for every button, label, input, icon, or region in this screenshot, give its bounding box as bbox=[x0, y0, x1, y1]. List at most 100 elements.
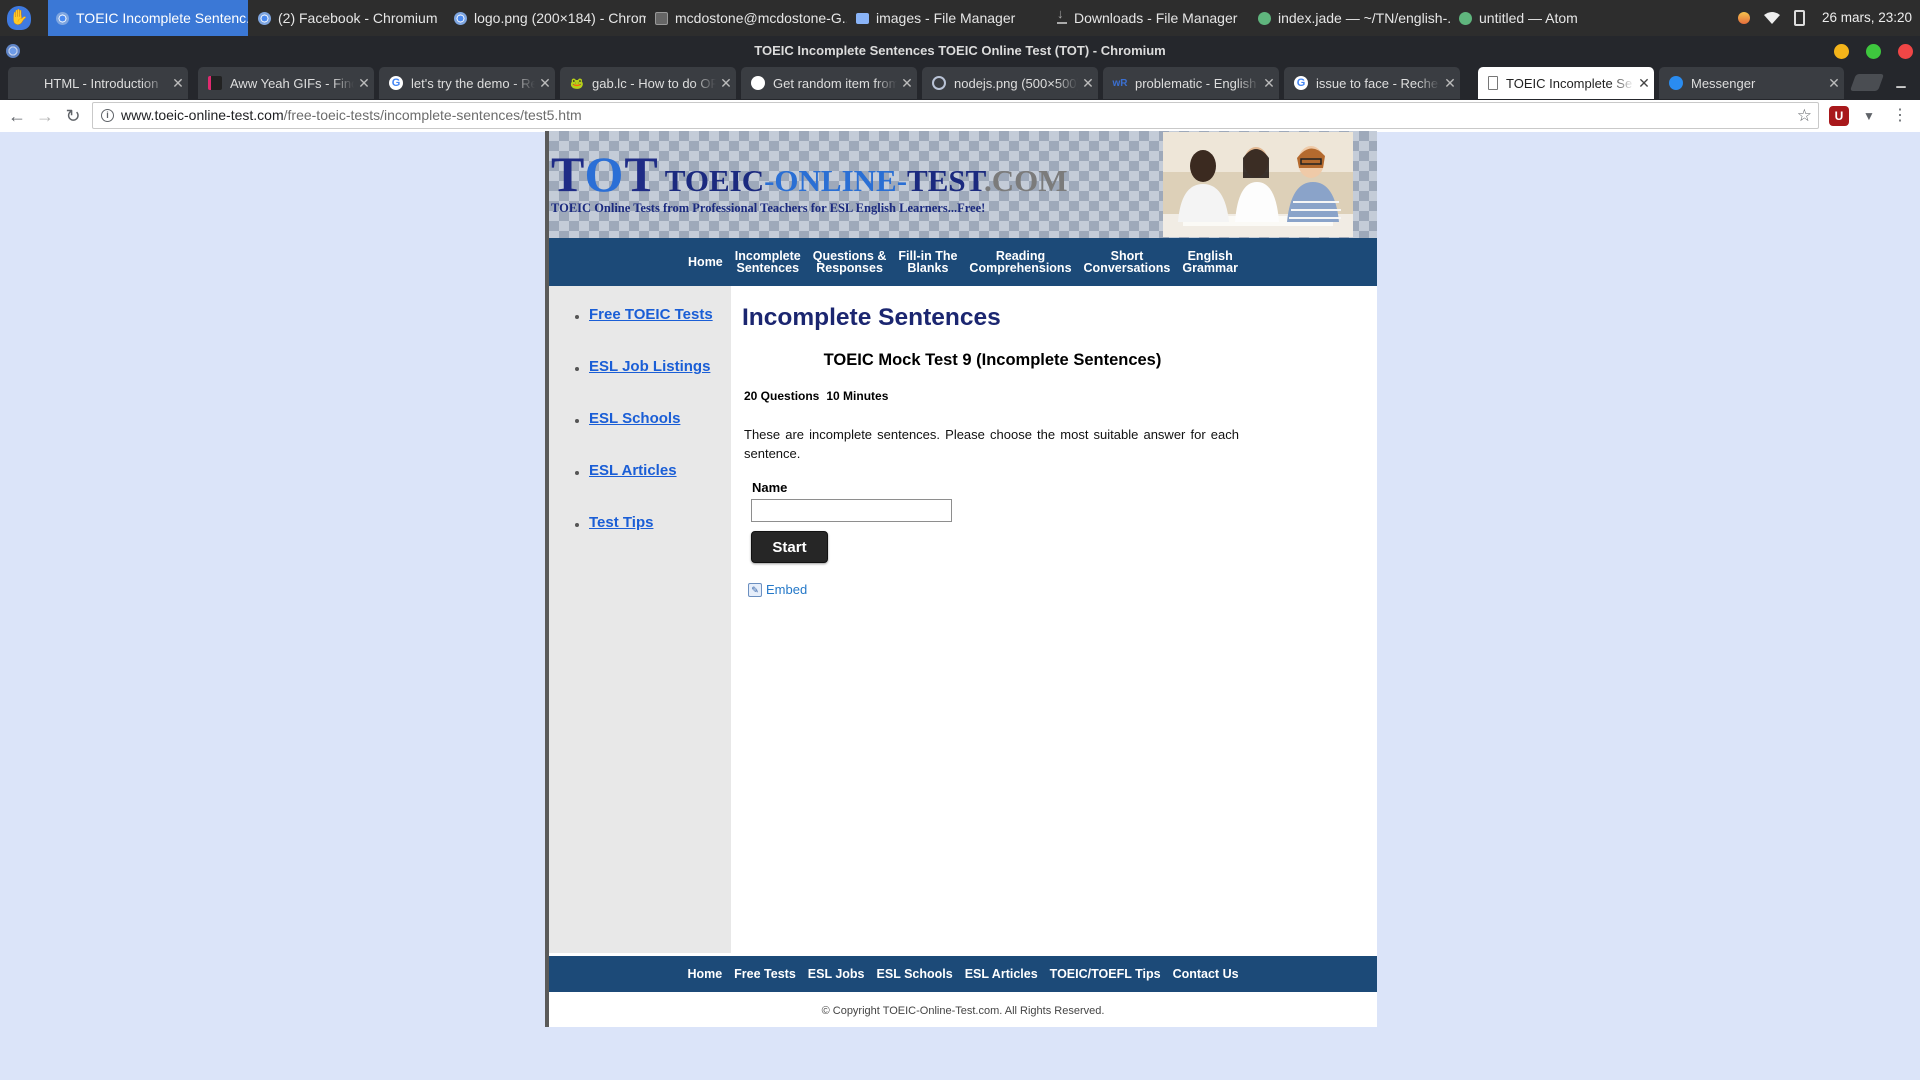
github-icon bbox=[751, 76, 765, 90]
webpage: TOT TOEIC-ONLINE-TEST.COM TOEIC Online Te… bbox=[545, 131, 1377, 1027]
taskbar-item-label: untitled — Atom bbox=[1479, 10, 1578, 26]
giphy-icon bbox=[208, 76, 222, 90]
footer-link-esl-articles[interactable]: ESL Articles bbox=[965, 967, 1038, 981]
browser-toolbar: ← → ↻ i www.toeic-online-test.com/free-t… bbox=[0, 100, 1920, 132]
sidebar-item: ESL Articles bbox=[575, 462, 713, 514]
taskbar-item-images-file-manager[interactable]: images - File Manager bbox=[848, 0, 1048, 36]
footer-link-esl-jobs[interactable]: ESL Jobs bbox=[808, 967, 865, 981]
tab-search-chevron-icon[interactable]: ▁ bbox=[1890, 70, 1912, 92]
tab-wordreference[interactable]: wR problematic - English ✕ bbox=[1103, 67, 1279, 99]
students-illustration bbox=[1163, 132, 1353, 237]
bookmark-star-icon[interactable]: ☆ bbox=[1797, 103, 1812, 128]
wordreference-icon: wR bbox=[1112, 77, 1128, 89]
tab-html-introduction[interactable]: HTML - Introduction ✕ bbox=[8, 67, 188, 99]
taskbar-clock[interactable]: 26 mars, 23:20 bbox=[1822, 0, 1920, 36]
wifi-icon[interactable] bbox=[1764, 12, 1780, 24]
taskbar-item-terminal[interactable]: mcdostone@mcdostone-G... bbox=[647, 0, 847, 36]
tab-label: gab.lc - How to do OR bbox=[592, 75, 716, 91]
close-tab-icon[interactable]: ✕ bbox=[354, 75, 374, 92]
reload-button[interactable]: ↻ bbox=[60, 103, 86, 129]
battery-icon[interactable] bbox=[1794, 10, 1805, 26]
sidebar-link-esl-schools[interactable]: ESL Schools bbox=[589, 410, 680, 427]
vue-devtools-extension-icon[interactable]: ▼ bbox=[1859, 106, 1879, 126]
close-tab-icon[interactable]: ✕ bbox=[1259, 75, 1279, 92]
nav-reading-comprehensions[interactable]: Reading Comprehensions bbox=[963, 250, 1077, 275]
terminal-icon bbox=[655, 11, 668, 25]
messenger-icon bbox=[1669, 76, 1683, 90]
nav-english-grammar[interactable]: English Grammar bbox=[1176, 250, 1244, 275]
tab-google-issue[interactable]: G issue to face - Reche ✕ bbox=[1284, 67, 1460, 99]
close-window-button[interactable] bbox=[1898, 44, 1913, 59]
question-count: 20 Questions bbox=[744, 389, 820, 403]
sidebar-item: ESL Job Listings bbox=[575, 358, 713, 410]
footer-link-esl-schools[interactable]: ESL Schools bbox=[877, 967, 953, 981]
site-logo[interactable]: TOT TOEIC-ONLINE-TEST.COM bbox=[551, 145, 1068, 203]
tab-google-demo[interactable]: G let's try the demo - Re ✕ bbox=[379, 67, 555, 99]
tab-messenger[interactable]: Messenger ✕ bbox=[1659, 67, 1844, 99]
forward-button[interactable]: → bbox=[32, 103, 58, 129]
footer-link-tips[interactable]: TOEIC/TOEFL Tips bbox=[1050, 967, 1161, 981]
nav-home[interactable]: Home bbox=[682, 256, 729, 269]
taskbar-item-atom-index[interactable]: index.jade — ~/TN/english-... bbox=[1250, 0, 1450, 36]
taskbar-item-facebook[interactable]: (2) Facebook - Chromium bbox=[250, 0, 445, 36]
maximize-button[interactable] bbox=[1866, 44, 1881, 59]
xfce-menu-icon: ✋ bbox=[7, 6, 31, 30]
atom-icon bbox=[1459, 11, 1472, 25]
tab-label: problematic - English bbox=[1135, 75, 1257, 91]
footer-link-free-tests[interactable]: Free Tests bbox=[734, 967, 796, 981]
nav-short-conversations[interactable]: Short Conversations bbox=[1078, 250, 1177, 275]
ublock-extension-icon[interactable]: U bbox=[1829, 106, 1849, 126]
footer-link-home[interactable]: Home bbox=[687, 967, 722, 981]
sidebar-item: Test Tips bbox=[575, 514, 713, 566]
close-tab-icon[interactable]: ✕ bbox=[1440, 75, 1460, 92]
close-tab-icon[interactable]: ✕ bbox=[535, 75, 555, 92]
window-titlebar[interactable]: TOEIC Incomplete Sentences TOEIC Online … bbox=[0, 36, 1920, 66]
sidebar-link-test-tips[interactable]: Test Tips bbox=[589, 514, 653, 531]
close-tab-icon[interactable]: ✕ bbox=[897, 75, 917, 92]
app-menu-button[interactable]: ✋ bbox=[0, 0, 38, 36]
new-tab-button[interactable] bbox=[1849, 74, 1885, 91]
nav-incomplete-sentences[interactable]: Incomplete Sentences bbox=[729, 250, 807, 275]
update-notifier-icon[interactable] bbox=[1738, 12, 1750, 24]
taskbar-item-toeic[interactable]: TOEIC Incomplete Sentenc... bbox=[48, 0, 248, 36]
taskbar-item-logo-png[interactable]: logo.png (200×184) - Chromi... bbox=[446, 0, 646, 36]
test-title: TOEIC Mock Test 9 (Incomplete Sentences) bbox=[823, 351, 1162, 369]
tab-nodejs-png[interactable]: nodejs.png (500×500) ✕ bbox=[922, 67, 1098, 99]
google-icon: G bbox=[389, 76, 403, 90]
tab-github[interactable]: Get random item from ✕ bbox=[741, 67, 917, 99]
tab-label: HTML - Introduction bbox=[44, 75, 159, 91]
tab-gab[interactable]: 🐸 gab.lc - How to do OR ✕ bbox=[560, 67, 736, 99]
nav-questions-responses[interactable]: Questions & Responses bbox=[807, 250, 893, 275]
tab-label: Get random item from bbox=[773, 75, 897, 91]
copyright: © Copyright TOEIC-Online-Test.com. All R… bbox=[821, 1005, 1105, 1017]
close-tab-icon[interactable]: ✕ bbox=[1824, 75, 1844, 92]
sidebar-link-esl-articles[interactable]: ESL Articles bbox=[589, 462, 677, 479]
taskbar-item-label: index.jade — ~/TN/english-... bbox=[1278, 10, 1450, 26]
tab-label: Aww Yeah GIFs - Find bbox=[230, 75, 354, 91]
tab-label: issue to face - Reche bbox=[1316, 75, 1439, 91]
back-button[interactable]: ← bbox=[4, 103, 30, 129]
embed-link[interactable]: ✎ Embed bbox=[748, 582, 807, 597]
close-tab-icon[interactable]: ✕ bbox=[168, 75, 188, 92]
close-tab-icon[interactable]: ✕ bbox=[716, 75, 736, 92]
name-input[interactable] bbox=[751, 499, 952, 522]
close-tab-icon[interactable]: ✕ bbox=[1078, 75, 1098, 92]
browser-menu-icon[interactable]: ⋮ bbox=[1890, 106, 1910, 126]
test-meta: 20 Questions 10 Minutes bbox=[744, 389, 888, 403]
nav-fill-in-the-blanks[interactable]: Fill-in The Blanks bbox=[892, 250, 963, 275]
start-button[interactable]: Start bbox=[751, 531, 828, 563]
tab-giphy[interactable]: Aww Yeah GIFs - Find ✕ bbox=[198, 67, 374, 99]
tab-label: TOEIC Incomplete Se bbox=[1506, 75, 1633, 91]
sidebar-link-esl-job-listings[interactable]: ESL Job Listings bbox=[589, 358, 710, 375]
minimize-button[interactable] bbox=[1834, 44, 1849, 59]
address-bar[interactable]: i www.toeic-online-test.com/free-toeic-t… bbox=[92, 102, 1819, 129]
footer-link-contact-us[interactable]: Contact Us bbox=[1173, 967, 1239, 981]
sidebar-link-free-toeic-tests[interactable]: Free TOEIC Tests bbox=[589, 306, 713, 323]
site-info-icon[interactable]: i bbox=[101, 109, 114, 122]
os-taskbar: ✋ TOEIC Incomplete Sentenc... (2) Facebo… bbox=[0, 0, 1920, 36]
tab-toeic-active[interactable]: TOEIC Incomplete Se ✕ bbox=[1478, 67, 1654, 99]
close-tab-icon[interactable]: ✕ bbox=[1634, 75, 1654, 92]
download-icon bbox=[1057, 6, 1067, 24]
taskbar-item-downloads-file-manager[interactable]: Downloads - File Manager bbox=[1049, 0, 1249, 36]
taskbar-item-atom-untitled[interactable]: untitled — Atom bbox=[1451, 0, 1626, 36]
